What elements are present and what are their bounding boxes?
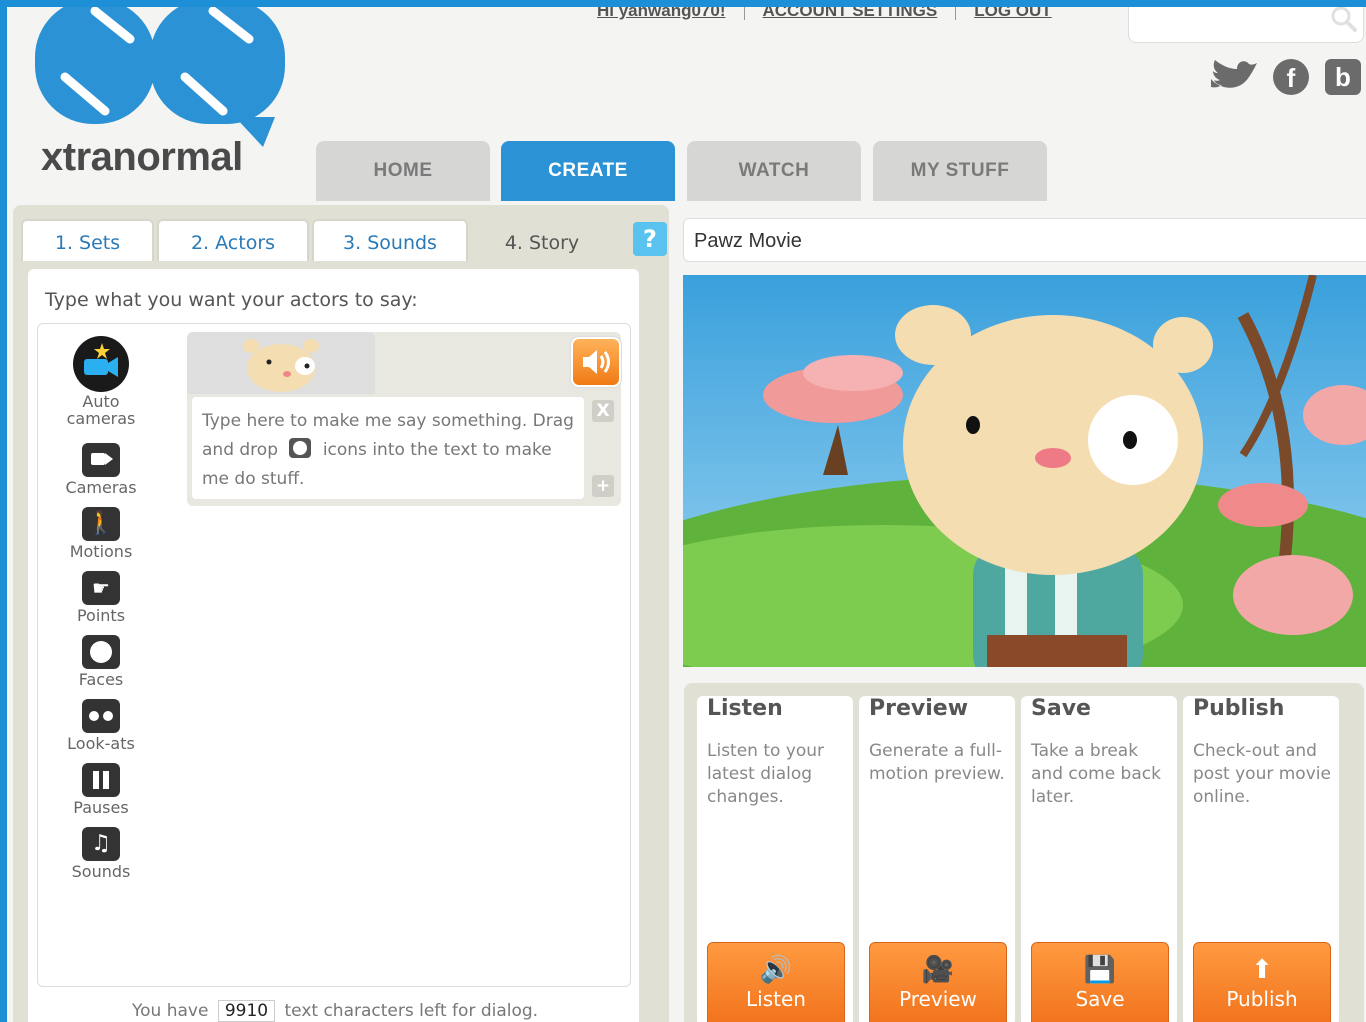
- close-icon[interactable]: X: [592, 400, 614, 422]
- logout-link[interactable]: LOG OUT: [974, 7, 1051, 21]
- step-tab-story[interactable]: 4. Story: [471, 219, 613, 261]
- movie-preview-scene: [683, 275, 1366, 667]
- button-label: Preview: [899, 987, 977, 1011]
- button-label: Publish: [1226, 987, 1298, 1011]
- tab-home[interactable]: HOME: [316, 141, 490, 201]
- tool-pauses[interactable]: Pauses: [49, 763, 153, 816]
- account-settings-link[interactable]: ACCOUNT SETTINGS: [763, 7, 938, 21]
- divider: [743, 7, 745, 20]
- look-at-icon: [82, 699, 120, 733]
- tool-cameras[interactable]: Cameras: [49, 443, 153, 496]
- step-tab-actors[interactable]: 2. Actors: [157, 219, 309, 261]
- film-camera-icon: 🎥: [921, 955, 955, 985]
- face-icon: [289, 438, 312, 458]
- twitter-icon[interactable]: [1209, 59, 1259, 95]
- point-icon: ☛: [82, 571, 120, 605]
- tab-watch[interactable]: WATCH: [687, 141, 861, 201]
- tool-label: Sounds: [71, 862, 131, 881]
- tool-faces[interactable]: Faces: [49, 635, 153, 688]
- listen-button[interactable]: 🔊 Listen: [707, 942, 845, 1022]
- tool-auto-cameras[interactable]: Auto cameras: [49, 335, 153, 427]
- dialog-text-input[interactable]: Type here to make me say something. Drag…: [192, 397, 584, 499]
- speaker-icon: 🔊: [759, 955, 793, 985]
- add-line-icon[interactable]: +: [592, 475, 614, 497]
- card-title: Save: [1031, 696, 1091, 721]
- card-description: Generate a full-motion preview.: [869, 741, 1005, 784]
- tool-label: Look-ats: [67, 734, 135, 753]
- pause-icon: [82, 763, 120, 797]
- motion-icon: 🚶: [82, 507, 120, 541]
- actor-thumbnail[interactable]: [187, 332, 375, 394]
- tool-points[interactable]: ☛ Points: [49, 571, 153, 624]
- dialog-prompt: Type what you want your actors to say:: [45, 289, 418, 311]
- movie-title-input[interactable]: Pawz Movie: [683, 218, 1366, 262]
- page: xtranormal Hi yanwang070! ACCOUNT SETTIN…: [7, 7, 1366, 1022]
- camera-icon: [82, 443, 120, 477]
- card-title: Listen: [707, 696, 783, 721]
- publish-icon: ⬆: [1251, 955, 1273, 985]
- tool-label: Points: [76, 606, 126, 625]
- tool-sounds[interactable]: ♫ Sounds: [49, 827, 153, 880]
- search-input[interactable]: [1128, 7, 1364, 43]
- publish-button[interactable]: ⬆ Publish: [1193, 942, 1331, 1022]
- blogger-icon[interactable]: b: [1325, 59, 1361, 95]
- tool-label: Motions: [69, 542, 133, 561]
- divider: [955, 7, 957, 20]
- button-label: Save: [1075, 987, 1125, 1011]
- tool-label: Pauses: [73, 798, 129, 817]
- tool-motions[interactable]: 🚶 Motions: [49, 507, 153, 560]
- save-button[interactable]: 💾 Save: [1031, 942, 1169, 1022]
- tool-look-ats[interactable]: Look-ats: [49, 699, 153, 752]
- logo-wordmark: xtranormal: [41, 135, 243, 179]
- face-icon: [82, 635, 120, 669]
- listen-line-button[interactable]: [571, 337, 621, 387]
- tool-label: Auto cameras: [66, 392, 136, 428]
- chars-prefix: You have: [132, 1001, 209, 1021]
- floppy-icon: 💾: [1083, 955, 1117, 985]
- chars-count: 9910: [217, 1000, 276, 1022]
- step-tab-sets[interactable]: 1. Sets: [21, 219, 154, 261]
- card-description: Listen to your latest dialog changes.: [707, 741, 825, 807]
- facebook-icon[interactable]: f: [1273, 59, 1309, 95]
- card-description: Take a break and come back later.: [1031, 741, 1161, 807]
- preview-button[interactable]: 🎥 Preview: [869, 942, 1007, 1022]
- tool-label: Cameras: [65, 478, 137, 497]
- speaker-icon: [583, 350, 610, 374]
- tab-my-stuff[interactable]: MY STUFF: [873, 141, 1047, 201]
- button-label: Listen: [746, 987, 806, 1011]
- character-count: You have 9910 text characters left for d…: [132, 1000, 538, 1022]
- music-note-icon: ♫: [82, 827, 120, 861]
- greeting-link[interactable]: Hi yanwang070!: [597, 7, 726, 21]
- card-description: Check-out and post your movie online.: [1193, 741, 1331, 807]
- card-title: Preview: [869, 696, 969, 721]
- tab-create[interactable]: CREATE: [501, 141, 675, 201]
- search-icon[interactable]: [1331, 7, 1357, 32]
- step-tab-sounds[interactable]: 3. Sounds: [312, 219, 468, 261]
- tool-label: Faces: [78, 670, 124, 689]
- help-button[interactable]: ?: [633, 222, 667, 256]
- account-links: Hi yanwang070! ACCOUNT SETTINGS LOG OUT: [597, 7, 1052, 21]
- actor-avatar: [243, 339, 319, 392]
- card-title: Publish: [1193, 696, 1285, 721]
- chars-suffix: text characters left for dialog.: [284, 1001, 539, 1021]
- auto-cameras-icon: [73, 336, 129, 392]
